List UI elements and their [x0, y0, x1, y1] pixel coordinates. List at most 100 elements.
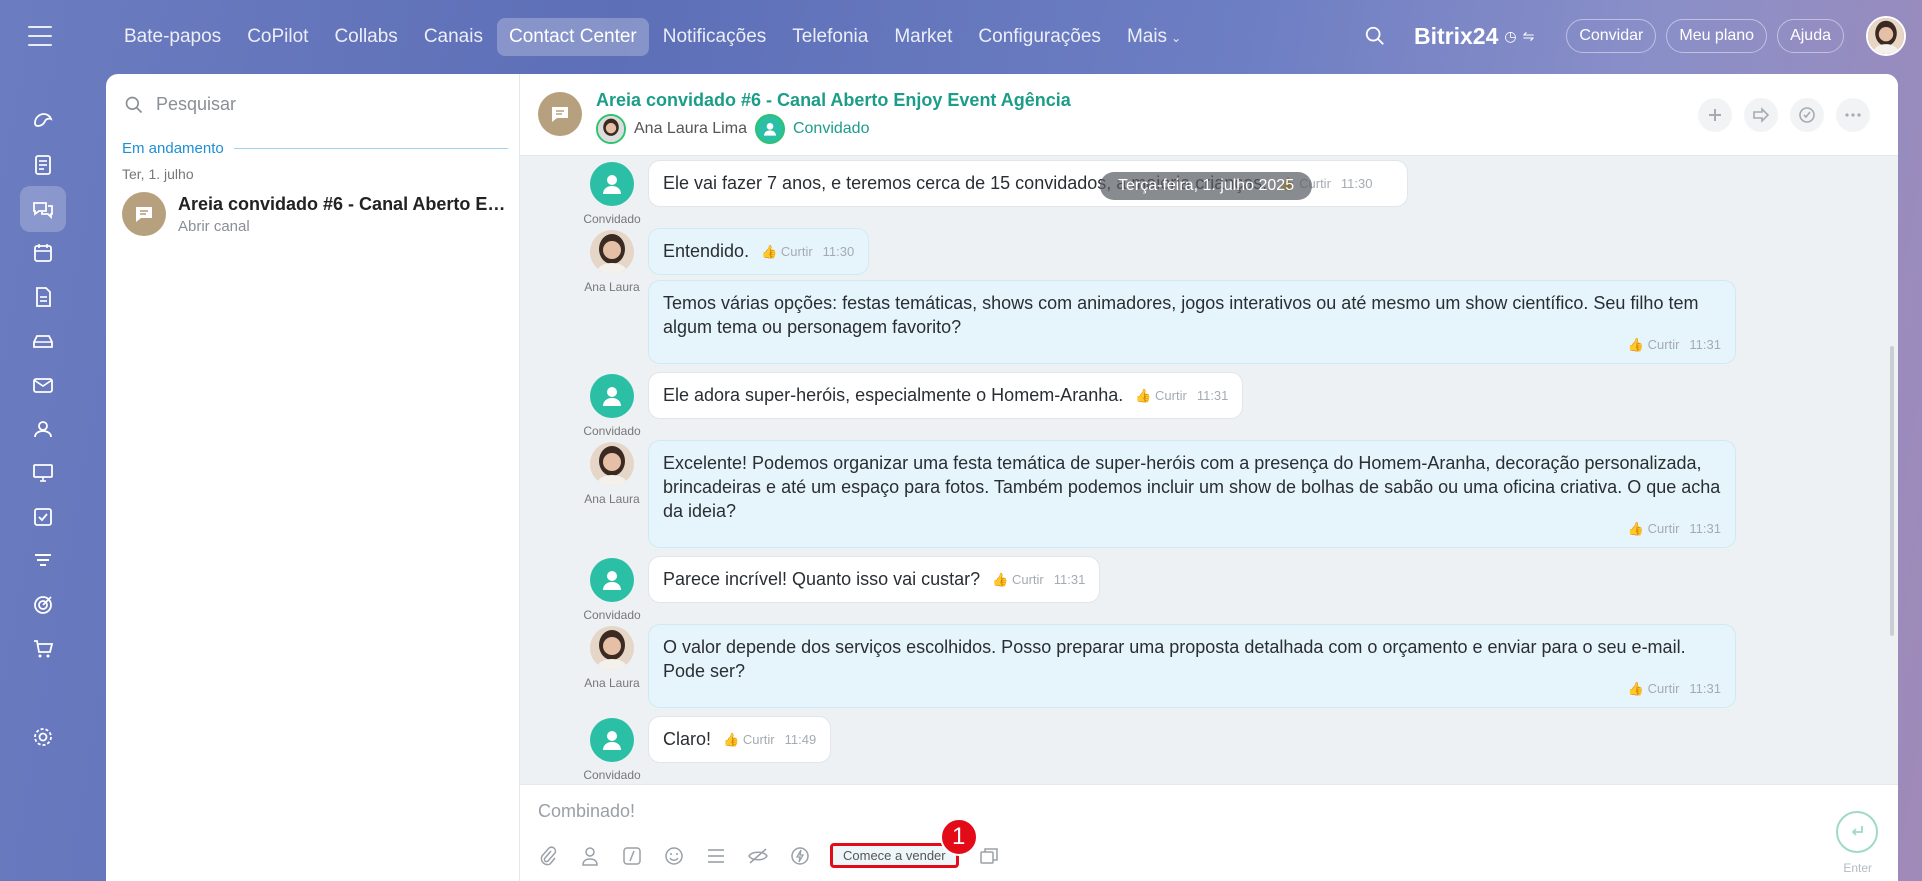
- send-button[interactable]: [1836, 811, 1878, 853]
- message-list[interactable]: Convidado Ele vai fazer 7 anos, e teremo…: [520, 156, 1898, 784]
- message-time: 11:31: [1689, 521, 1721, 536]
- contacts-icon[interactable]: [20, 406, 66, 452]
- guest-avatar[interactable]: [590, 374, 634, 418]
- lightning-icon[interactable]: [788, 844, 812, 868]
- chat-search[interactable]: Pesquisar: [124, 94, 236, 115]
- finish-icon[interactable]: [1790, 98, 1824, 132]
- nav-item-configuracoes[interactable]: Configurações: [966, 18, 1113, 56]
- feed-icon[interactable]: [20, 142, 66, 188]
- docs-icon[interactable]: [20, 274, 66, 320]
- header-actions: [1698, 98, 1870, 132]
- chat-list-item[interactable]: Areia convidado #6 - Canal Aberto Enj...…: [114, 186, 512, 242]
- mail-icon[interactable]: [20, 362, 66, 408]
- guest-avatar[interactable]: [754, 114, 785, 144]
- chat-bubble-icon[interactable]: [538, 92, 582, 136]
- like-button[interactable]: 👍 Curtir: [1628, 681, 1680, 696]
- message-bubble[interactable]: Excelente! Podemos organizar uma festa t…: [648, 440, 1736, 548]
- paperclip-icon[interactable]: [536, 844, 560, 868]
- menu-icon[interactable]: [28, 26, 52, 46]
- agent-avatar[interactable]: [590, 230, 634, 274]
- user-icon[interactable]: [578, 844, 602, 868]
- guest-avatar[interactable]: [590, 162, 634, 206]
- message-meta: 👍 Curtir 11:30: [761, 240, 854, 264]
- plan-button[interactable]: Meu plano: [1666, 19, 1768, 53]
- sender-name: Ana Laura: [584, 280, 640, 294]
- guest-avatar[interactable]: [590, 718, 634, 762]
- nav-item-bate-papos[interactable]: Bate-papos: [112, 18, 233, 56]
- member-avatar[interactable]: [596, 114, 626, 144]
- like-button[interactable]: 👍 Curtir: [1135, 388, 1187, 403]
- like-button[interactable]: 👍 Curtir: [1628, 337, 1680, 352]
- user-avatar[interactable]: [1866, 16, 1906, 56]
- chat-list-panel: Pesquisar Em andamento Ter, 1. julho Are…: [106, 74, 520, 881]
- tasks-icon[interactable]: [20, 494, 66, 540]
- step-badge: 1: [939, 818, 978, 856]
- nav-item-notificacoes[interactable]: Notificações: [651, 18, 779, 56]
- message-bubble[interactable]: Temos várias opções: festas temáticas, s…: [648, 280, 1736, 364]
- settings-icon[interactable]: [20, 714, 66, 760]
- nav-item-collabs[interactable]: Collabs: [322, 18, 409, 56]
- sender-name: Convidado: [583, 608, 641, 622]
- invite-button[interactable]: Convidar: [1566, 19, 1657, 53]
- agent-avatar[interactable]: [590, 626, 634, 670]
- message-input[interactable]: [538, 801, 1738, 822]
- chat-title[interactable]: Areia convidado #6 - Canal Aberto Enjoy …: [596, 90, 1071, 111]
- message-text: Entendido.: [663, 241, 750, 261]
- settings-sliders-icon[interactable]: ⇋: [1523, 28, 1535, 45]
- message-bubble[interactable]: O valor depende dos serviços escolhidos.…: [648, 624, 1736, 708]
- search-icon: [125, 96, 143, 113]
- emoji-icon[interactable]: [662, 844, 686, 868]
- list-icon[interactable]: [704, 844, 728, 868]
- nav-item-contact-center[interactable]: Contact Center: [496, 18, 649, 56]
- search-icon[interactable]: [1364, 25, 1386, 47]
- agent-avatar[interactable]: [590, 442, 634, 486]
- nav-item-copilot[interactable]: CoPilot: [235, 18, 320, 56]
- copy-icon[interactable]: [977, 844, 1001, 868]
- date-chip: Terça-feira, 1. julho 2025: [1100, 172, 1313, 200]
- sender-name: Ana Laura: [584, 676, 640, 690]
- like-button[interactable]: 👍 Curtir: [723, 732, 775, 747]
- brand-logo[interactable]: Bitrix24 ◷ ⇋: [1414, 23, 1534, 50]
- target-icon[interactable]: [20, 582, 66, 628]
- nav-item-market[interactable]: Market: [882, 18, 964, 56]
- calendar-icon[interactable]: [20, 230, 66, 276]
- cart-icon[interactable]: [20, 626, 66, 672]
- hidden-eye-icon[interactable]: [746, 844, 770, 868]
- composer-toolbar: Comece a vender 1: [536, 818, 1001, 868]
- guest-avatar[interactable]: [590, 558, 634, 602]
- copilot-icon[interactable]: [20, 98, 66, 144]
- nav-item-telefonia[interactable]: Telefonia: [780, 18, 880, 56]
- message-bubble[interactable]: Parece incrível! Quanto isso vai custar?…: [648, 556, 1101, 604]
- nav-item-mais[interactable]: Mais ⌄: [1115, 18, 1193, 56]
- slash-command-icon[interactable]: [620, 844, 644, 868]
- nav-item-canais[interactable]: Canais: [412, 18, 495, 56]
- message-meta: 👍 Curtir 11:31: [992, 568, 1085, 592]
- message-bubble[interactable]: Ele adora super-heróis, especialmente o …: [648, 372, 1244, 420]
- chat-icon[interactable]: [20, 186, 66, 232]
- message-time: 11:31: [1689, 337, 1721, 352]
- date-label: Ter, 1. julho: [122, 166, 194, 182]
- help-button[interactable]: Ajuda: [1777, 19, 1844, 53]
- search-placeholder: Pesquisar: [156, 94, 237, 114]
- clock-icon: ◷: [1504, 27, 1517, 44]
- message-bubble[interactable]: Claro! 👍 Curtir 11:49: [648, 716, 832, 764]
- guest-name[interactable]: Convidado: [793, 120, 870, 138]
- scrollbar[interactable]: [1890, 346, 1894, 636]
- drive-icon[interactable]: [20, 318, 66, 364]
- add-icon[interactable]: [1698, 98, 1732, 132]
- message-bubble[interactable]: Entendido. 👍 Curtir 11:30: [648, 228, 870, 276]
- like-button[interactable]: 👍 Curtir: [992, 572, 1044, 587]
- message-meta: 👍 Curtir 11:31: [1628, 517, 1721, 541]
- like-button[interactable]: 👍 Curtir: [761, 244, 813, 259]
- forward-icon[interactable]: [1744, 98, 1778, 132]
- message-time: 11:30: [1340, 176, 1373, 192]
- member-name[interactable]: Ana Laura Lima: [634, 120, 747, 138]
- top-navigation-bar: Bate-papos CoPilot Collabs Canais Contac…: [0, 0, 1922, 74]
- board-icon[interactable]: [20, 450, 66, 496]
- start-selling-button[interactable]: Comece a vender 1: [830, 818, 978, 868]
- like-button[interactable]: 👍 Curtir: [1628, 521, 1680, 536]
- sender-name: Convidado: [583, 212, 641, 226]
- filter-icon[interactable]: [20, 538, 66, 584]
- brand-text: Bitrix24: [1414, 22, 1499, 49]
- more-icon[interactable]: [1836, 98, 1870, 132]
